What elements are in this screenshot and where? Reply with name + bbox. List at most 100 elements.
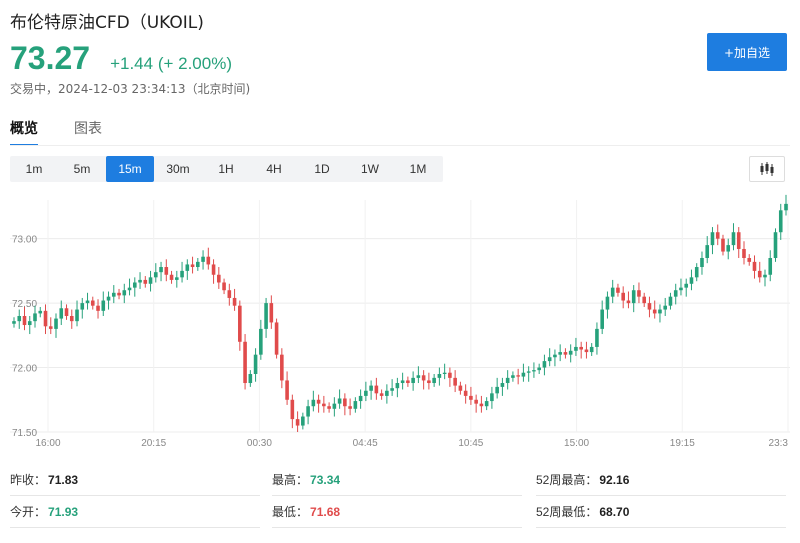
candle-body [106, 296, 111, 301]
candle-body [605, 296, 610, 310]
interval-15m[interactable]: 15m [106, 156, 154, 182]
interval-4h[interactable]: 4H [250, 156, 298, 182]
tab-overview[interactable]: 概览 [10, 118, 38, 146]
candle-body [227, 290, 232, 298]
interval-1w[interactable]: 1W [346, 156, 394, 182]
candle-body [69, 316, 74, 322]
candle-body [453, 377, 457, 386]
candle-body [201, 256, 205, 262]
stats-row: 今开： 71.93 最低： 71.68 52周最低： 68.70 [10, 496, 790, 528]
candle-body [469, 395, 473, 400]
candle-body [490, 393, 494, 402]
candle-body [101, 300, 106, 311]
candle-body [316, 399, 321, 404]
interval-1m[interactable]: 1m [10, 156, 58, 182]
x-tick-label: 16:00 [35, 438, 60, 449]
candle-body [700, 258, 704, 268]
candle-body [290, 399, 295, 420]
candle-body [715, 232, 720, 239]
interval-1mo[interactable]: 1M [394, 156, 442, 182]
candle-body [584, 349, 589, 353]
candle-body [153, 272, 158, 278]
candle-body [731, 232, 736, 246]
candle-body [132, 282, 137, 288]
candle-body [38, 310, 43, 314]
candle-body [374, 385, 379, 394]
candle-body [138, 279, 142, 283]
stat-value: 71.93 [48, 504, 79, 519]
candle-body [337, 398, 342, 404]
y-tick-label: 73.00 [12, 235, 37, 246]
candle-body [395, 383, 400, 389]
candle-body [463, 390, 468, 396]
candle-body [479, 403, 484, 407]
candle-body [768, 258, 773, 275]
interval-5m[interactable]: 5m [58, 156, 106, 182]
candle-body [12, 321, 16, 324]
candle-body [211, 264, 216, 275]
interval-1d[interactable]: 1D [298, 156, 346, 182]
candle-body [752, 261, 757, 271]
candle-body [269, 303, 274, 323]
candle-body [390, 388, 394, 391]
candle-body [248, 374, 253, 384]
interval-1h[interactable]: 1H [202, 156, 250, 182]
stat-value: 71.83 [48, 472, 79, 487]
trading-status: 交易中，2024-12-03 23:34:13（北京时间) [10, 82, 251, 96]
candle-body [773, 232, 778, 258]
stat-52w-low: 52周最低： 68.70 [536, 496, 786, 528]
candle-body [159, 267, 163, 273]
candle-body [537, 367, 541, 371]
candle-body [642, 296, 647, 304]
stat-value: 71.68 [310, 504, 341, 519]
stat-open: 今开： 71.93 [10, 496, 260, 528]
candle-body [516, 375, 520, 377]
candle-body [280, 354, 284, 381]
tab-chart[interactable]: 图表 [74, 118, 102, 146]
candle-body [684, 283, 689, 288]
candle-body [689, 277, 694, 284]
candle-body [259, 328, 263, 355]
x-tick-label: 04:45 [353, 438, 378, 449]
x-tick-label: 10:45 [458, 438, 483, 449]
price-chart[interactable]: 73.00 72.50 72.00 71.50 16:00 20:15 00:30 04:45… [10, 190, 790, 450]
y-tick-label: 71.50 [12, 428, 37, 439]
candle-body [64, 308, 69, 316]
candle-body [111, 292, 116, 297]
candle-body [784, 203, 788, 211]
candle-body [558, 352, 562, 355]
candle-body [17, 316, 22, 322]
candle-body [631, 290, 636, 304]
candle-body [616, 287, 620, 293]
stat-label: 昨收： [10, 473, 47, 487]
candle-body [663, 305, 668, 310]
candle-body [96, 305, 100, 311]
candle-body [127, 287, 132, 291]
candle-body [411, 377, 415, 384]
candle-body [474, 399, 478, 404]
candle-body [679, 287, 683, 291]
candle-body [54, 318, 58, 329]
chart-type-button[interactable] [749, 156, 785, 182]
x-tick-label: 19:15 [670, 438, 695, 449]
last-price: 73.27 [10, 40, 91, 76]
candle-body [217, 274, 221, 283]
candle-body [742, 248, 746, 258]
candle-body [647, 303, 652, 310]
candle-body [511, 375, 515, 378]
add-to-watchlist-button[interactable]: +加自选 [707, 33, 787, 71]
candle-body [542, 361, 547, 368]
candle-body [264, 303, 268, 329]
candle-body [332, 403, 337, 409]
candle-body [301, 416, 305, 426]
candle-body [521, 372, 526, 377]
candle-body [589, 346, 594, 353]
candle-body [274, 322, 279, 355]
candle-body [22, 316, 27, 326]
candle-body [721, 238, 725, 252]
candle-body [143, 279, 148, 284]
stat-label: 52周最低： [536, 505, 598, 519]
interval-30m[interactable]: 30m [154, 156, 202, 182]
candle-body [379, 393, 384, 396]
interval-selector: 1m 5m 15m 30m 1H 4H 1D 1W 1M [10, 156, 443, 182]
